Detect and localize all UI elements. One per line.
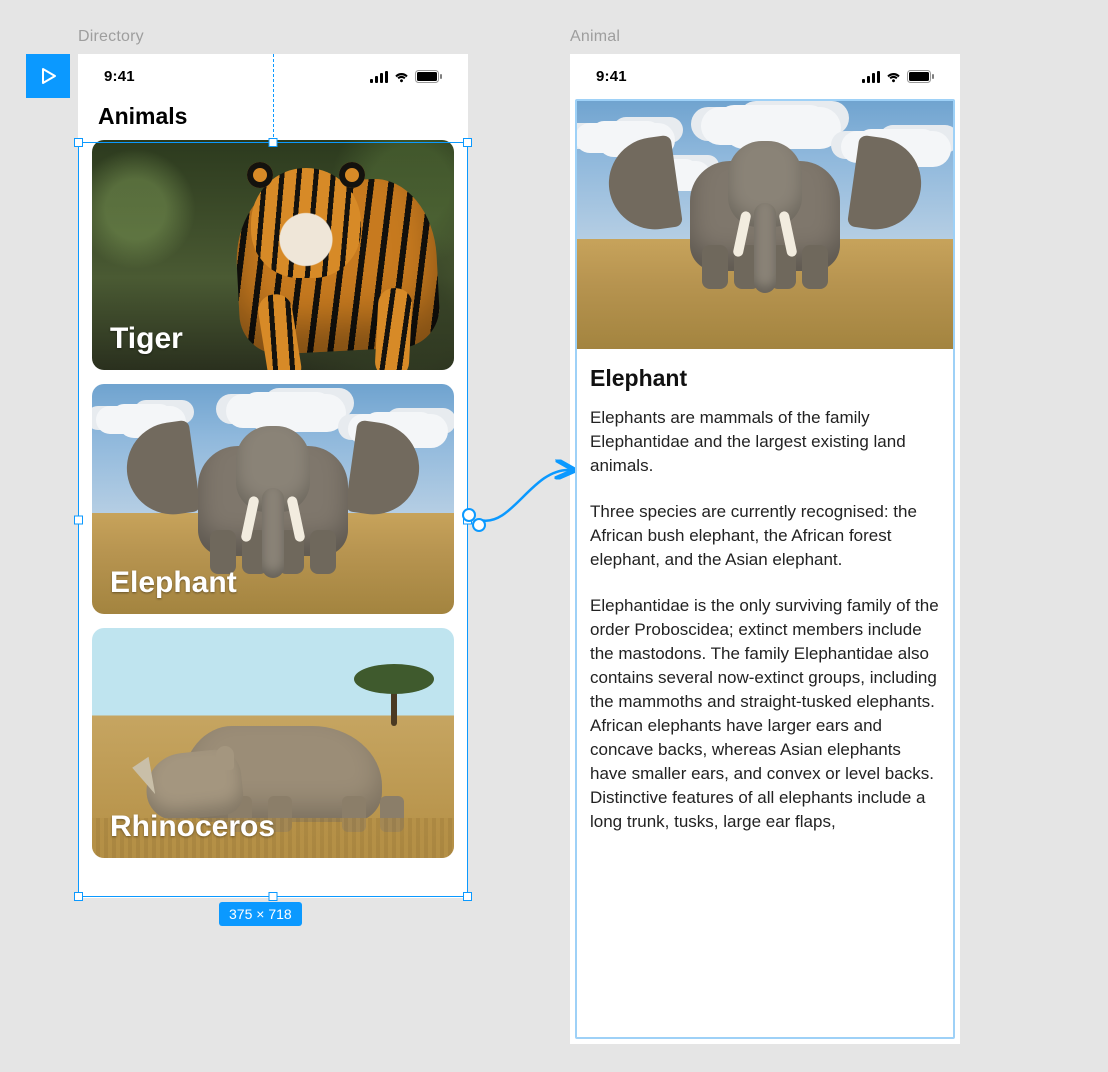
card-list: Tiger xyxy=(78,140,468,858)
frame-label-directory[interactable]: Directory xyxy=(78,28,144,46)
battery-icon xyxy=(907,70,934,83)
card-elephant[interactable]: Elephant xyxy=(92,384,454,614)
card-rhinoceros[interactable]: Rhinoceros xyxy=(92,628,454,858)
card-title: Rhinoceros xyxy=(110,810,275,844)
detail-content: Elephant Elephants are mammals of the fa… xyxy=(570,349,960,956)
play-prototype-button[interactable] xyxy=(26,54,70,98)
card-tiger[interactable]: Tiger xyxy=(92,140,454,370)
status-time: 9:41 xyxy=(596,68,627,85)
card-title: Tiger xyxy=(110,322,183,356)
frame-label-animal[interactable]: Animal xyxy=(570,28,620,46)
prototype-connection[interactable] xyxy=(462,458,584,536)
detail-paragraph: Elephants are mammals of the family Elep… xyxy=(590,406,940,478)
card-title: Elephant xyxy=(110,566,237,600)
status-time: 9:41 xyxy=(104,68,135,85)
status-icons xyxy=(370,70,442,83)
frame-directory[interactable]: 9:41 Animals xyxy=(78,54,468,898)
battery-icon xyxy=(415,70,442,83)
alignment-guide xyxy=(273,54,274,142)
wifi-icon xyxy=(393,71,410,83)
detail-paragraph: Three species are currently recognised: … xyxy=(590,500,940,572)
connection-origin-handle[interactable] xyxy=(472,518,486,532)
detail-title: Elephant xyxy=(590,365,940,392)
status-icons xyxy=(862,70,934,83)
detail-hero-image xyxy=(577,99,953,349)
cellular-icon xyxy=(862,71,880,83)
detail-paragraph: Elephantidae is the only surviving famil… xyxy=(590,594,940,834)
cellular-icon xyxy=(370,71,388,83)
frame-animal[interactable]: 9:41 xyxy=(570,54,960,1044)
play-icon xyxy=(38,66,58,86)
status-bar: 9:41 xyxy=(570,54,960,99)
wifi-icon xyxy=(885,71,902,83)
selection-size-badge: 375 × 718 xyxy=(219,902,302,926)
